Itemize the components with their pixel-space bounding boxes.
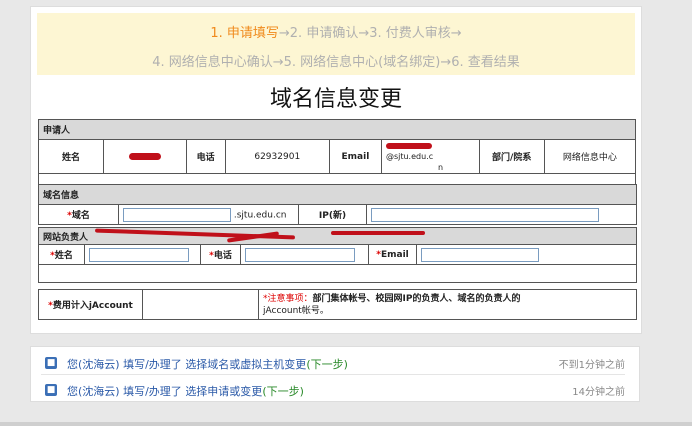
owner-phone-label: *电话 xyxy=(200,244,241,265)
applicant-dept-value: 网络信息中心 xyxy=(543,139,637,174)
owner-phone-input[interactable] xyxy=(245,247,355,262)
domain-field-cell: .sjtu.edu.cn xyxy=(118,204,299,225)
owner-email-input[interactable] xyxy=(421,247,539,262)
applicant-email-label: Email xyxy=(328,139,382,174)
billing-value-cell[interactable] xyxy=(142,289,259,320)
site-owner-table: 网站负责人 *姓名 *电话 *Email xyxy=(37,227,638,283)
domain-input[interactable] xyxy=(123,207,231,222)
steps-line-2: 4. 网络信息中心确认→5. 网络信息中心(域名绑定)→6. 查看结果 xyxy=(152,55,520,70)
activity-next: (下一步) xyxy=(262,385,304,398)
activity-verb: 填写/办理了 xyxy=(123,358,182,371)
owner-name-cell xyxy=(84,244,201,265)
annotation-underline xyxy=(331,231,425,235)
user-icon: ■ xyxy=(45,384,57,396)
activity-item: ■ 您(沈海云) 填写/办理了 选择域名或虚拟主机变更(下一步) 不到1分钟之前 xyxy=(41,353,625,375)
ip-label: IP(新) xyxy=(298,204,367,225)
applicant-phone-value: 62932901 xyxy=(224,139,330,174)
activity-action[interactable]: 选择申请或变更 xyxy=(185,385,262,398)
redaction-mark xyxy=(385,142,432,149)
owner-email-label: *Email xyxy=(368,244,417,265)
domain-section: 域名信息 xyxy=(37,184,638,205)
page-title: 域名信息变更 xyxy=(269,87,402,112)
applicant-section: 申请人 xyxy=(38,119,636,140)
owner-email-text: Email xyxy=(380,249,409,260)
applicant-email-value: @sjtu.edu.c n xyxy=(380,139,480,174)
activity-user[interactable]: 您(沈海云) xyxy=(67,358,120,371)
activity-next: (下一步) xyxy=(306,358,348,371)
progress-steps: 1. 申请填写→2. 申请确认→3. 付费人审核→ 4. 网络信息中心确认→5.… xyxy=(37,13,635,75)
billing-label: *费用计入jAccount xyxy=(38,289,143,320)
activity-time: 14分钟之前 xyxy=(572,387,625,398)
redaction-mark xyxy=(128,152,161,160)
notice-cell: *注意事项：部门集体帐号、校园网IP的负责人、域名的负责人的 jAccount帐… xyxy=(258,289,637,320)
owner-name-text: 姓名 xyxy=(54,251,73,261)
notice-label: *注意事项： xyxy=(263,293,313,304)
form-panel: 1. 申请填写→2. 申请确认→3. 付费人审核→ 4. 网络信息中心确认→5.… xyxy=(30,6,642,334)
bottom-bar xyxy=(0,422,692,426)
spacer-row xyxy=(37,264,638,283)
divider xyxy=(41,374,625,375)
domain-label: *域名 xyxy=(38,204,119,225)
steps-rest: →2. 申请确认→3. 付费人审核→ xyxy=(278,26,462,41)
domain-table: 域名信息 *域名 .sjtu.edu.cn IP(新) xyxy=(37,184,638,225)
ip-input[interactable] xyxy=(371,207,599,222)
step-active: 1. 申请填写 xyxy=(210,26,279,41)
notice-text-2: jAccount帐号。 xyxy=(263,305,329,316)
applicant-dept-label: 部门/院系 xyxy=(478,139,545,174)
activity-time: 不到1分钟之前 xyxy=(558,360,625,371)
activity-panel: ■ 您(沈海云) 填写/办理了 选择域名或虚拟主机变更(下一步) 不到1分钟之前… xyxy=(30,346,640,402)
domain-suffix: .sjtu.edu.cn xyxy=(233,210,287,220)
billing-label-text: 费用计入jAccount xyxy=(52,301,133,311)
domain-label-text: 域名 xyxy=(71,211,90,221)
owner-phone-text: 电话 xyxy=(213,251,232,261)
applicant-name-value xyxy=(103,139,187,174)
applicant-table: 申请人 姓名 电话 62932901 Email @sjtu.edu.c n 部… xyxy=(37,119,637,190)
steps-line-1: 1. 申请填写→2. 申请确认→3. 付费人审核→ xyxy=(37,22,635,41)
activity-action[interactable]: 选择域名或虚拟主机变更 xyxy=(185,358,306,371)
email-domain: @sjtu.edu.c xyxy=(385,152,434,161)
applicant-name-label: 姓名 xyxy=(37,139,105,174)
notice-text: 部门集体帐号、校园网IP的负责人、域名的负责人的 xyxy=(312,293,521,304)
owner-name-label: *姓名 xyxy=(38,244,85,265)
activity-text: 您(沈海云) 填写/办理了 选择申请或变更(下一步) xyxy=(67,383,304,399)
activity-item: ■ 您(沈海云) 填写/办理了 选择申请或变更(下一步) 14分钟之前 xyxy=(41,380,625,402)
applicant-phone-label: 电话 xyxy=(185,139,226,174)
activity-text: 您(沈海云) 填写/办理了 选择域名或虚拟主机变更(下一步) xyxy=(67,356,348,372)
owner-phone-cell xyxy=(240,244,369,265)
user-icon: ■ xyxy=(45,357,57,369)
owner-email-cell xyxy=(415,244,638,265)
email-domain-wrap: n xyxy=(437,163,444,172)
activity-user[interactable]: 您(沈海云) xyxy=(67,385,120,398)
ip-field-cell xyxy=(365,204,638,225)
activity-verb: 填写/办理了 xyxy=(123,385,182,398)
billing-table: *费用计入jAccount *注意事项：部门集体帐号、校园网IP的负责人、域名的… xyxy=(38,289,637,320)
owner-name-input[interactable] xyxy=(89,247,189,262)
